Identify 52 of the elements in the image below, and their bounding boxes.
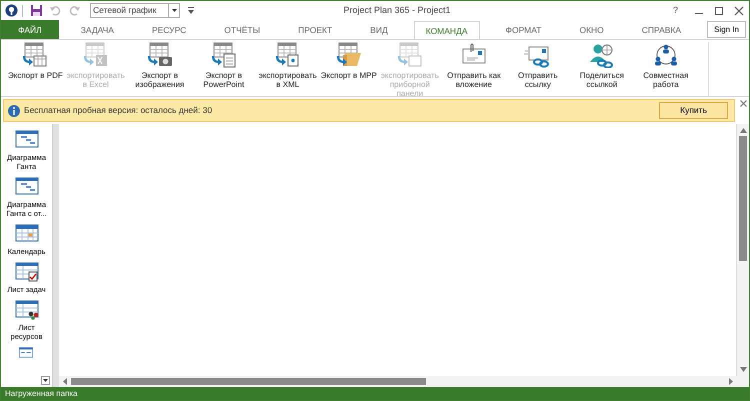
- task-sheet-icon: [14, 262, 38, 282]
- scroll-up-icon[interactable]: [740, 128, 746, 133]
- ribbon-tab[interactable]: ПРОЕКТ: [286, 20, 344, 39]
- ribbon-button[interactable]: Отправить ссылку: [506, 42, 570, 90]
- ribbon-button[interactable]: Экспорт в MPP: [320, 42, 378, 80]
- status-text: Нагруженная папка: [1, 387, 749, 400]
- ribbon-button[interactable]: Поделиться ссылкой: [570, 42, 634, 90]
- file-tab[interactable]: ФАЙЛ: [1, 20, 59, 39]
- ribbon-tab[interactable]: РЕСУРС: [140, 20, 198, 39]
- calendar-icon: [14, 224, 38, 244]
- folder-export-icon: [334, 42, 363, 68]
- person-link-icon: [588, 42, 616, 68]
- ribbon-button[interactable]: Отправить как вложение: [442, 42, 506, 90]
- ribbon-tab[interactable]: ЗАДАЧА: [68, 20, 126, 39]
- document-export-icon: [210, 42, 238, 68]
- sign-in-button[interactable]: Sign In: [707, 21, 746, 38]
- help-button[interactable]: ?: [670, 1, 681, 20]
- info-icon: [8, 104, 20, 116]
- customize-toolbar-icon[interactable]: [188, 7, 194, 14]
- ribbon-tab[interactable]: ОТЧЁТЫ: [212, 20, 272, 39]
- table-export-icon: [396, 42, 424, 68]
- scroll-right-icon[interactable]: [729, 378, 733, 385]
- gantt-chart-icon: [14, 177, 38, 197]
- scroll-thumb[interactable]: [739, 136, 747, 261]
- ribbon-tab[interactable]: ФОРМАТ: [494, 20, 554, 39]
- save-icon[interactable]: [30, 4, 43, 17]
- caret-icon: [172, 9, 176, 12]
- ribbon-button[interactable]: Экспорт в изображения: [128, 42, 192, 90]
- ribbon-tab[interactable]: ОКНО: [567, 20, 616, 39]
- buy-button[interactable]: Купить: [659, 102, 728, 119]
- close-icon[interactable]: [734, 6, 744, 16]
- ribbon-tab[interactable]: СПРАВКА: [630, 20, 694, 39]
- scroll-down-icon[interactable]: [42, 377, 49, 384]
- close-icon[interactable]: [740, 100, 747, 107]
- scroll-thumb[interactable]: [71, 378, 426, 385]
- app-logo-icon: [5, 4, 18, 17]
- maximize-icon[interactable]: [714, 6, 724, 16]
- camera-export-icon: [146, 42, 174, 68]
- resource-sheet-icon: [14, 300, 38, 320]
- window-title: Project Plan 365 - Project1: [342, 4, 452, 17]
- scroll-left-icon[interactable]: [63, 378, 67, 385]
- table-export-icon: [21, 42, 50, 68]
- view-dropdown[interactable]: Сетевой график: [90, 3, 180, 18]
- ribbon-button[interactable]: Экспорт в PDF: [7, 42, 64, 80]
- ribbon-tab[interactable]: ВИД: [358, 20, 400, 39]
- table-export-icon: [82, 42, 110, 68]
- ribbon-button[interactable]: экспортировать в XML: [256, 42, 320, 90]
- ribbon-tab[interactable]: КОМАНДА: [414, 21, 480, 40]
- ribbon-button[interactable]: Экспорт в PowerPoint: [192, 42, 256, 90]
- trial-message: Бесплатная пробная версия: осталось дней: 30: [24, 104, 212, 117]
- gantt-chart-icon: [14, 130, 38, 150]
- ribbon-button[interactable]: Совместная работа: [634, 42, 698, 90]
